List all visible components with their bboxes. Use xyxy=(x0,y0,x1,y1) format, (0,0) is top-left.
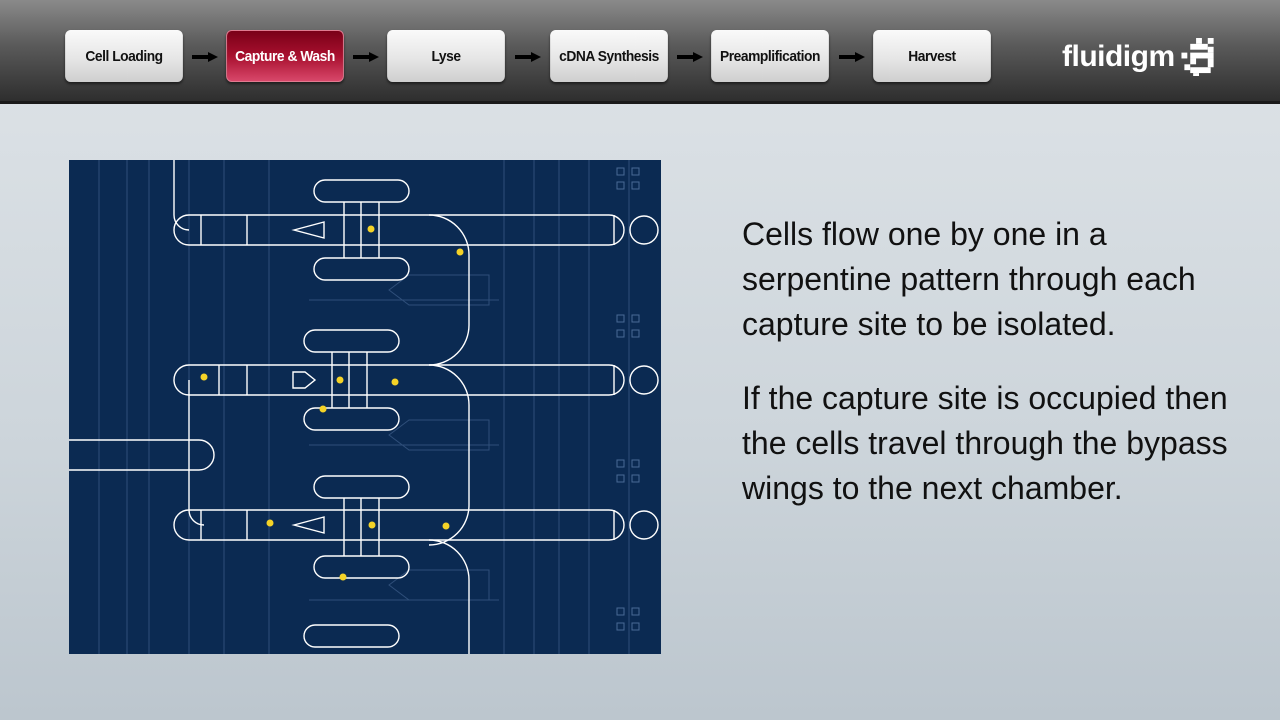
cell xyxy=(367,225,375,233)
logo-text: Fluidigm xyxy=(1062,40,1175,73)
arrow-right-icon xyxy=(192,52,218,62)
cell xyxy=(456,248,464,256)
arrow-right-icon xyxy=(353,52,379,62)
step-cdna-synthesis[interactable]: cDNA Synthesis xyxy=(550,30,668,82)
microfluidic-circuit xyxy=(69,160,659,654)
cell xyxy=(442,522,450,530)
paragraph-serpentine: Cells flow one by one in a serpentine pa… xyxy=(742,216,1196,342)
cell xyxy=(391,378,399,386)
slide-text: Cells flow one by one in a serpentine pa… xyxy=(742,212,1242,540)
step-preamplification[interactable]: Preamplification xyxy=(711,30,829,82)
workflow-header: Cell Loading Capture & Wash Lyse cDNA Sy… xyxy=(0,0,1280,104)
step-capture-wash[interactable]: Capture & Wash xyxy=(226,30,344,82)
fluidigm-mark-icon xyxy=(1181,38,1214,76)
step-harvest[interactable]: Harvest xyxy=(873,30,991,82)
step-cell-loading[interactable]: Cell Loading xyxy=(65,30,183,82)
fluidigm-logo: Fluidigm xyxy=(1062,38,1217,76)
cell xyxy=(319,405,327,413)
arrow-right-icon xyxy=(677,52,703,62)
capture-chamber-diagram xyxy=(69,160,661,654)
arrow-right-icon xyxy=(839,52,865,62)
arrow-right-icon xyxy=(515,52,541,62)
paragraph-bypass: If the capture site is occupied then the… xyxy=(742,380,1228,506)
cell xyxy=(336,376,344,384)
step-lyse[interactable]: Lyse xyxy=(387,30,505,82)
cell xyxy=(368,521,376,529)
cell xyxy=(266,519,274,527)
cell xyxy=(339,573,347,581)
cell xyxy=(200,373,208,381)
